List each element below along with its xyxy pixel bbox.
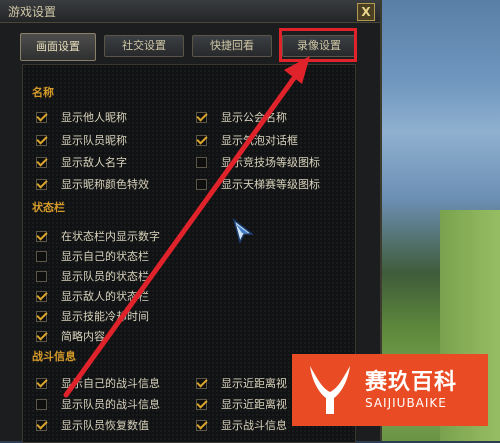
watermark-logo: 赛玖百科 SAIJIUBAIKE xyxy=(292,354,488,426)
watermark-cn: 赛玖百科 xyxy=(365,370,458,395)
watermark-en: SAIJIUBAIKE xyxy=(365,396,447,410)
whale-tail-icon xyxy=(310,366,350,414)
mouse-cursor-icon xyxy=(232,218,254,244)
